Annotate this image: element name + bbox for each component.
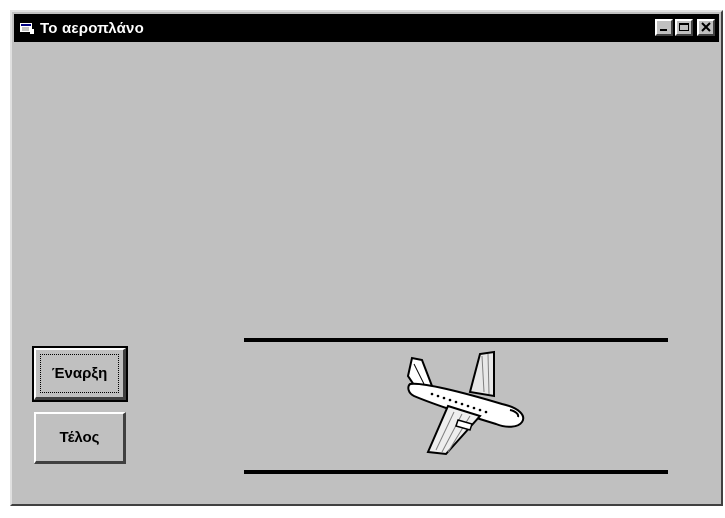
app-icon[interactable] xyxy=(18,19,36,37)
top-line xyxy=(244,338,668,342)
close-icon xyxy=(701,22,711,32)
start-button[interactable]: Έναρξη xyxy=(32,346,128,402)
end-button-label: Τέλος xyxy=(59,429,100,446)
title-bar[interactable]: Το αεροπλάνο xyxy=(14,14,719,42)
window-title: Το αεροπλάνο xyxy=(40,19,144,37)
start-button-label: Έναρξη xyxy=(51,365,108,382)
app-window: Το αεροπλάνο Έναρξη Τέλος xyxy=(10,10,723,506)
airplane-icon xyxy=(406,350,525,456)
end-button[interactable]: Τέλος xyxy=(34,412,126,464)
minimize-icon xyxy=(660,29,667,31)
minimize-button[interactable] xyxy=(655,19,673,36)
maximize-button[interactable] xyxy=(675,19,693,36)
close-button[interactable] xyxy=(697,19,715,36)
maximize-icon xyxy=(679,23,689,31)
form-client-area: Έναρξη Τέλος xyxy=(14,42,719,502)
bottom-line xyxy=(244,470,668,474)
title-bar-buttons xyxy=(655,19,715,36)
